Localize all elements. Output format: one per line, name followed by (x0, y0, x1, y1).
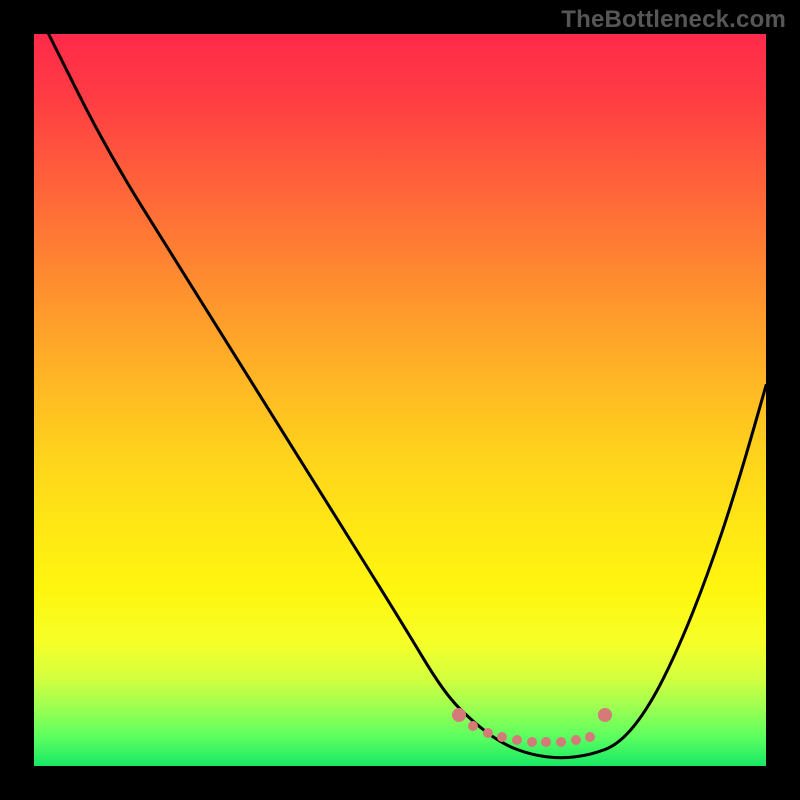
marker-dot (527, 737, 537, 747)
marker-dot (468, 721, 478, 731)
marker-dot (497, 732, 507, 742)
marker-dot (598, 708, 612, 722)
curve-layer (34, 34, 766, 766)
chart-frame: TheBottleneck.com (0, 0, 800, 800)
marker-dot (483, 728, 493, 738)
marker-dot (541, 737, 551, 747)
plot-area (34, 34, 766, 766)
marker-dot (571, 735, 581, 745)
marker-dot (585, 732, 595, 742)
bottleneck-curve (49, 34, 766, 758)
marker-dot (452, 708, 466, 722)
marker-dot (556, 737, 566, 747)
watermark-text: TheBottleneck.com (561, 6, 786, 34)
marker-dot (512, 735, 522, 745)
